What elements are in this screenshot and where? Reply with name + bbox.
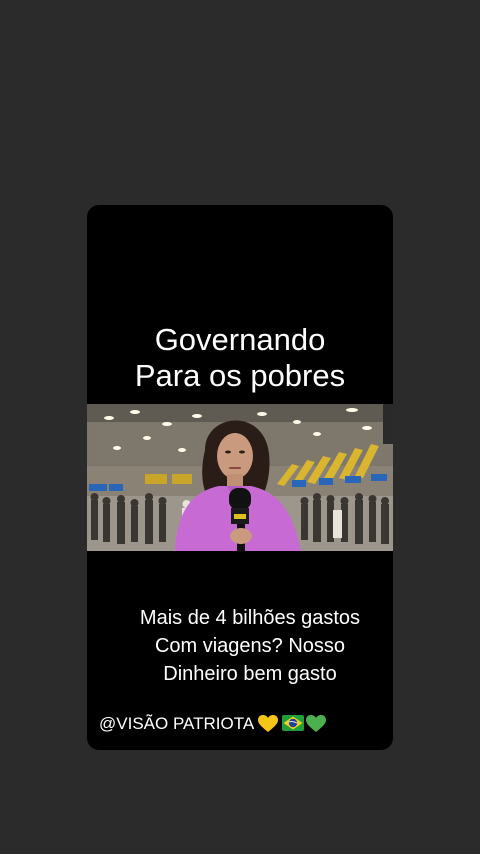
story-card[interactable]: Governando Para os pobres Mais de 4 bilh… (87, 205, 393, 750)
caption-line-3: Dinheiro bem gasto (163, 663, 337, 685)
post-title: Governando Para os pobres (87, 322, 393, 394)
watermark-text: @VISÃO PATRIOTA (99, 714, 255, 733)
caption-line-2: Com viagens? Nosso (154, 635, 346, 657)
title-line-2: Para os pobres (134, 358, 346, 393)
airport-news-scene (87, 404, 393, 551)
green-heart-icon (306, 715, 327, 733)
brazil-flag-icon (282, 715, 305, 733)
news-video-frame[interactable] (87, 404, 393, 551)
channel-watermark: @VISÃO PATRIOTA (99, 713, 327, 735)
yellow-heart-icon (258, 715, 279, 733)
title-line-1: Governando (154, 322, 326, 357)
post-caption: Mais de 4 bilhões gastos Com viagens? No… (87, 604, 393, 688)
caption-line-1: Mais de 4 bilhões gastos (139, 607, 361, 629)
